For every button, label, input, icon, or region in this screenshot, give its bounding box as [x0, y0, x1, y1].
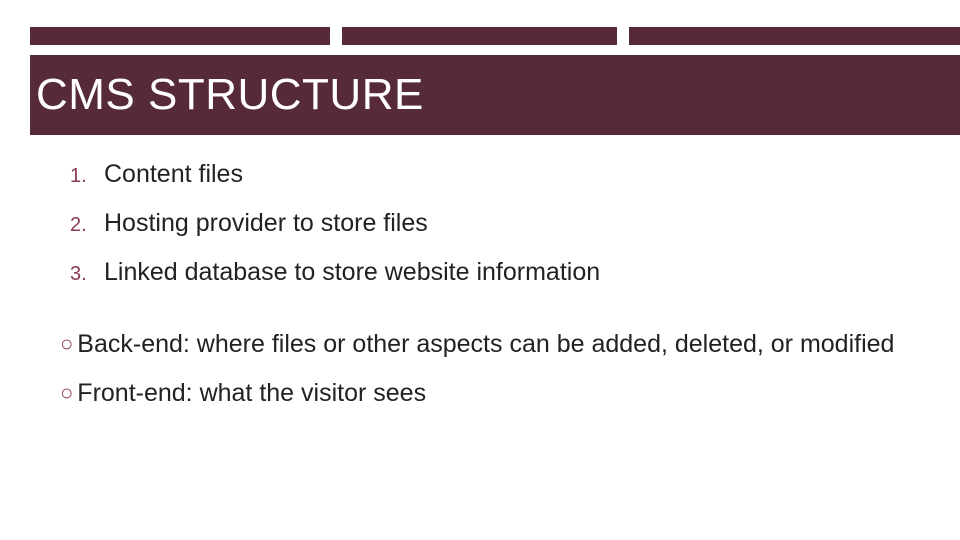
title-bar: CMS STRUCTURE [30, 55, 960, 135]
bar-segment [629, 27, 960, 45]
list-text: Back-end: where files or other aspects c… [77, 329, 894, 360]
decorative-top-bar [30, 27, 960, 45]
list-item: ○ Back-end: where files or other aspects… [60, 329, 920, 360]
list-text: Linked database to store website informa… [104, 258, 600, 287]
slide-body: 1. Content files 2. Hosting provider to … [70, 160, 920, 428]
list-item: ○ Front-end: what the visitor sees [60, 378, 920, 409]
list-number: 2. [70, 214, 104, 237]
bullet-list: ○ Back-end: where files or other aspects… [60, 329, 920, 410]
list-item: 2. Hosting provider to store files [70, 209, 920, 238]
list-number: 1. [70, 165, 104, 188]
bar-segment [30, 27, 330, 45]
list-text: Hosting provider to store files [104, 209, 428, 238]
numbered-list: 1. Content files 2. Hosting provider to … [70, 160, 920, 287]
list-item: 1. Content files [70, 160, 920, 189]
slide: CMS STRUCTURE 1. Content files 2. Hostin… [0, 0, 960, 540]
list-text: Front-end: what the visitor sees [77, 378, 426, 409]
circle-bullet-icon: ○ [60, 329, 73, 359]
slide-title: CMS STRUCTURE [30, 70, 424, 120]
list-text: Content files [104, 160, 243, 189]
list-item: 3. Linked database to store website info… [70, 258, 920, 287]
bar-segment [342, 27, 617, 45]
list-number: 3. [70, 263, 104, 286]
circle-bullet-icon: ○ [60, 378, 73, 408]
